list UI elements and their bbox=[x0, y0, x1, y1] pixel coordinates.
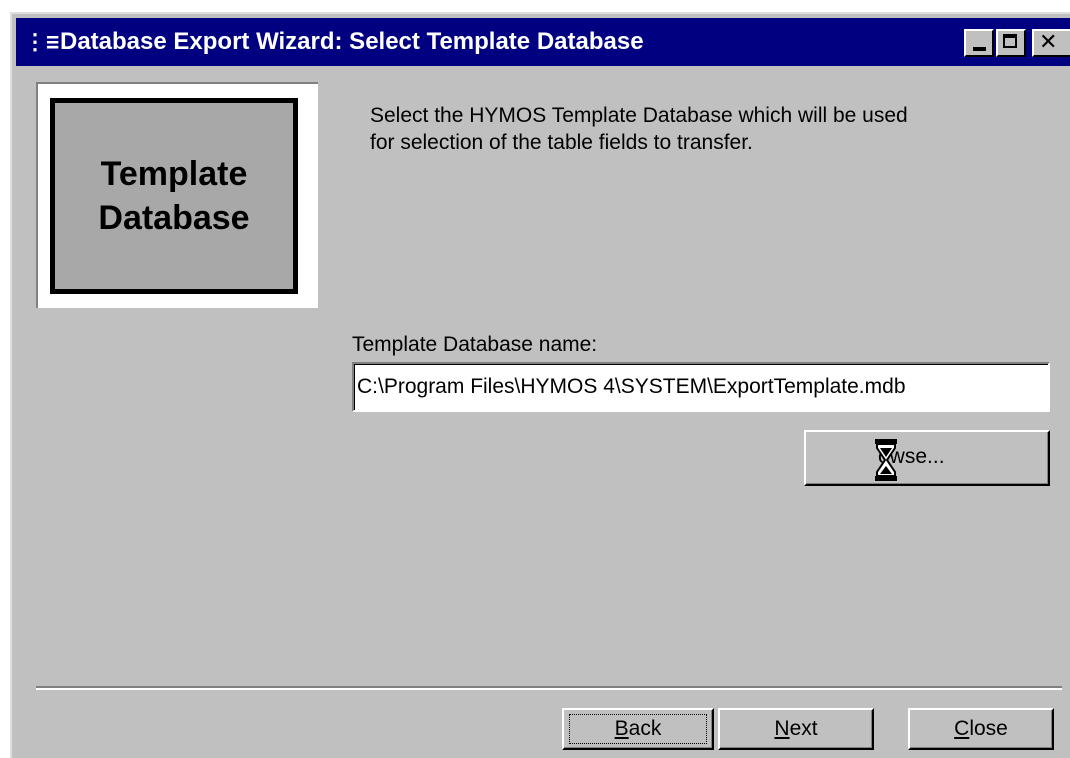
wizard-window: ⋮≡ Database Export Wizard: Select Templa… bbox=[10, 12, 1070, 758]
template-database-logo: Template Database bbox=[36, 82, 318, 308]
browse-button[interactable]: owse... bbox=[804, 430, 1050, 486]
close-icon: ✕ bbox=[1039, 30, 1058, 55]
maximize-icon bbox=[1003, 34, 1017, 48]
template-database-name-label: Template Database name: bbox=[352, 333, 598, 356]
minimize-icon bbox=[973, 47, 986, 51]
instructions-line-2: for selection of the table fields to tra… bbox=[370, 131, 753, 154]
close-window-button[interactable]: ✕ bbox=[1032, 29, 1070, 57]
title-bar[interactable]: ⋮≡ Database Export Wizard: Select Templa… bbox=[16, 18, 1070, 66]
window-title: Database Export Wizard: Select Template … bbox=[60, 28, 644, 55]
logo-panel: Template Database bbox=[50, 98, 298, 294]
next-label-rest: ext bbox=[789, 717, 818, 740]
hourglass-cursor-icon bbox=[875, 439, 897, 481]
wizard-app-icon[interactable]: ⋮≡ bbox=[24, 30, 59, 56]
next-button[interactable]: Next bbox=[718, 708, 874, 750]
logo-line-1: Template bbox=[100, 155, 248, 193]
close-button[interactable]: Close bbox=[908, 708, 1054, 750]
instructions-text: Select the HYMOS Template Database which… bbox=[370, 102, 1050, 156]
minimize-button[interactable] bbox=[964, 29, 994, 57]
maximize-button[interactable] bbox=[996, 29, 1026, 57]
close-mnemonic: C bbox=[954, 717, 970, 740]
logo-line-2: Database bbox=[98, 199, 250, 237]
next-mnemonic: N bbox=[774, 717, 790, 740]
template-database-path-input[interactable] bbox=[352, 362, 1050, 412]
close-label-rest: lose bbox=[969, 717, 1008, 740]
back-button[interactable]: Back bbox=[562, 708, 714, 750]
instructions-line-1: Select the HYMOS Template Database which… bbox=[370, 104, 908, 127]
separator-line bbox=[36, 686, 1062, 690]
focus-rectangle bbox=[569, 714, 707, 744]
